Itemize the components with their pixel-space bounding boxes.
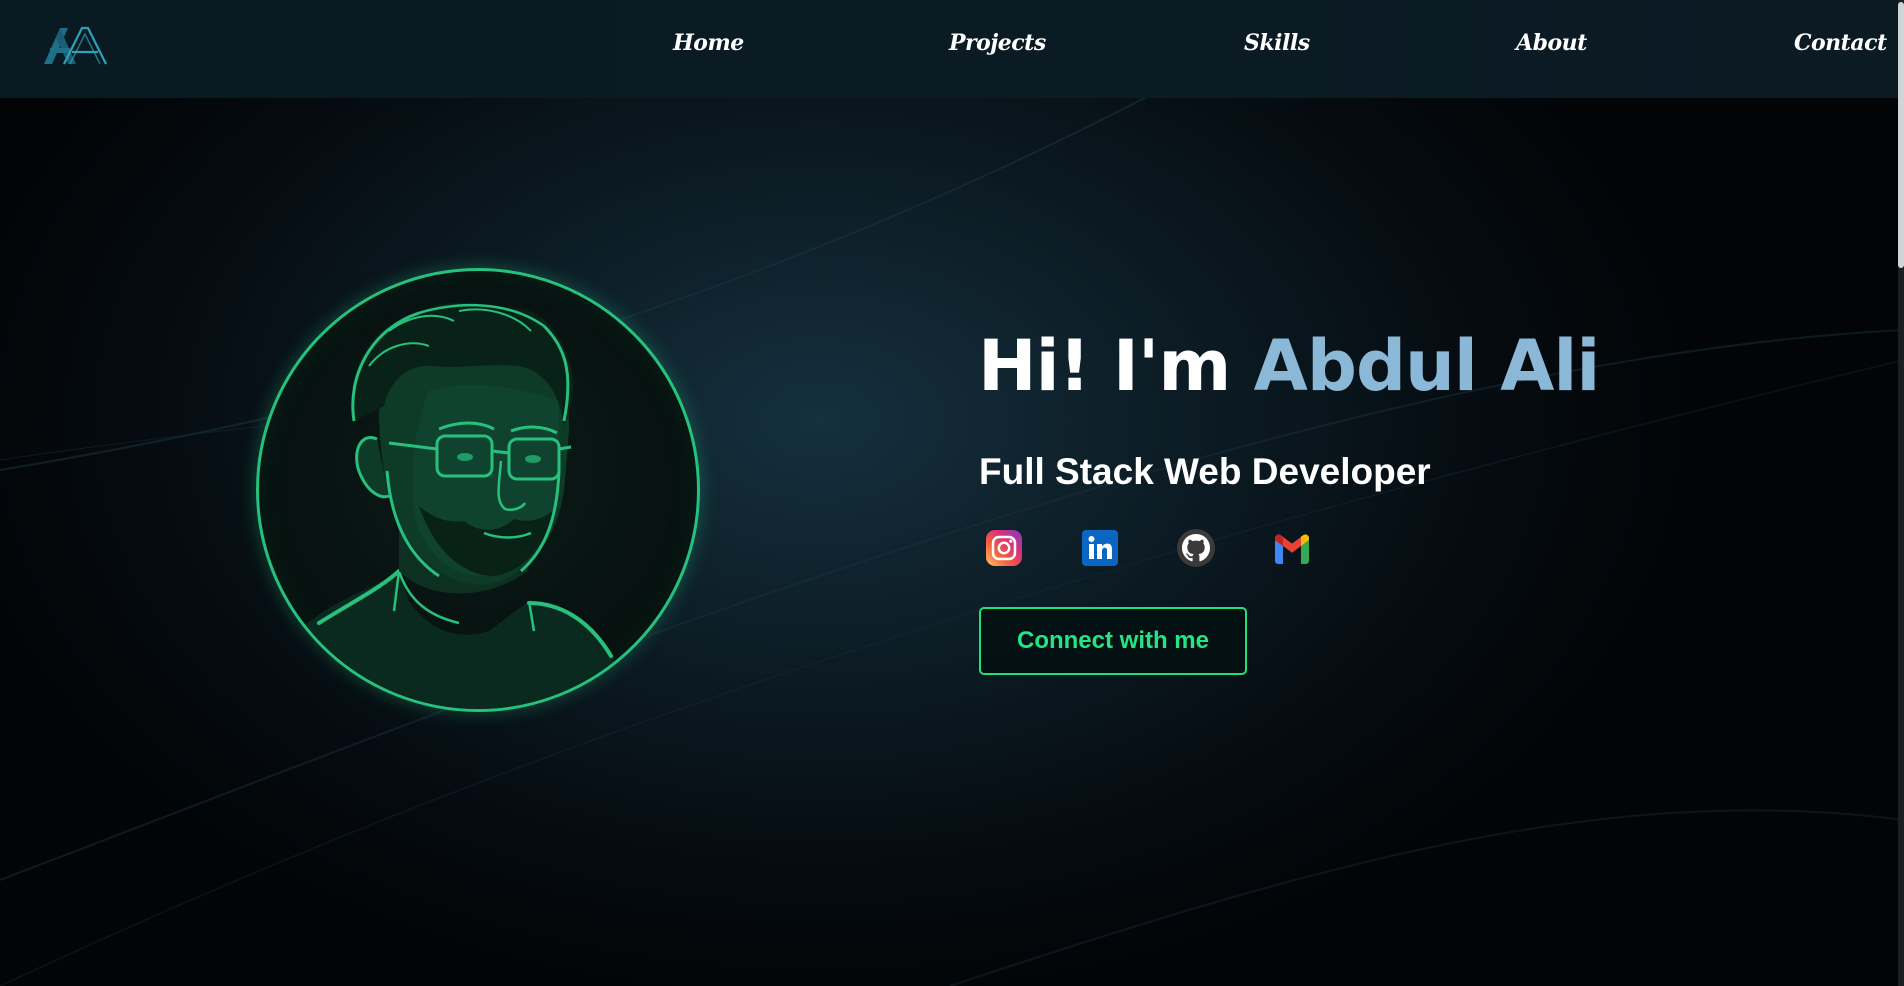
nav-projects-link[interactable]: Projects [949, 30, 1046, 56]
github-icon[interactable] [1176, 528, 1216, 568]
nav-about-link[interactable]: About [1516, 30, 1587, 56]
nav-skills-link[interactable]: Skills [1244, 30, 1310, 56]
connect-button[interactable]: Connect with me [979, 607, 1247, 675]
page-scrollbar[interactable] [1898, 0, 1904, 986]
nav-home-link[interactable]: Home [673, 30, 744, 56]
avatar [256, 268, 700, 712]
hero-title: Hi! I'm Abdul Ali [978, 325, 1601, 407]
scrollbar-thumb[interactable] [1898, 2, 1904, 268]
navbar: Home Projects Skills About Contact [0, 0, 1904, 98]
hero-greeting: Hi! I'm [978, 325, 1254, 407]
developer-portrait-icon [299, 302, 614, 709]
logo-icon[interactable] [42, 26, 108, 66]
page: Home Projects Skills About Contact Hi! I… [0, 0, 1904, 986]
hero-role: Full Stack Web Developer [979, 451, 1431, 492]
gmail-icon[interactable] [1272, 528, 1312, 568]
hero-name: Abdul Ali [1253, 325, 1601, 407]
nav-contact-link[interactable]: Contact [1794, 30, 1887, 56]
linkedin-icon[interactable] [1080, 528, 1120, 568]
instagram-icon[interactable] [984, 528, 1024, 568]
